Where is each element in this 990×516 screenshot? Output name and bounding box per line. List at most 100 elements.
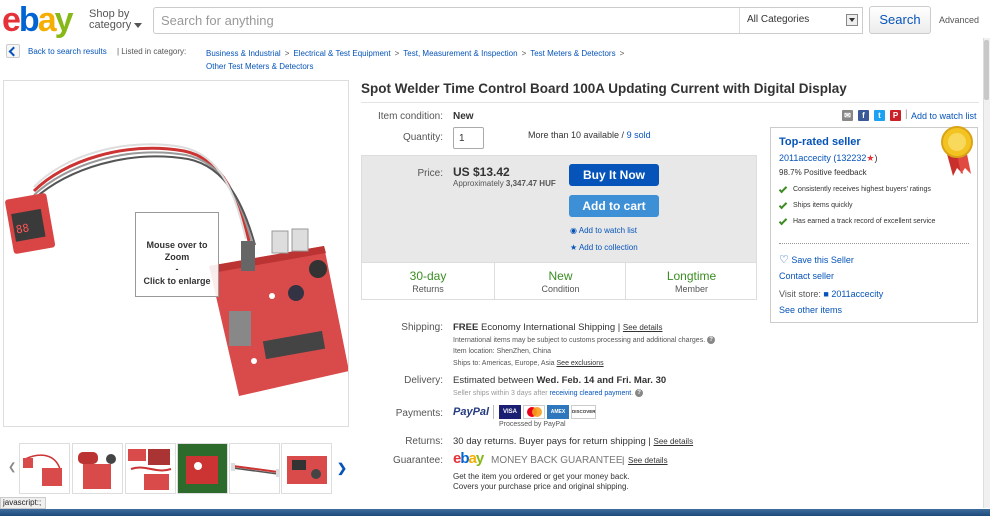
contact-seller-link[interactable]: Contact seller bbox=[779, 271, 834, 281]
search-input[interactable] bbox=[154, 8, 739, 33]
returns-label: Returns: bbox=[405, 436, 443, 447]
share-separator: | bbox=[905, 109, 908, 120]
search-button[interactable]: Search bbox=[869, 6, 931, 34]
guarantee-see-details-link[interactable]: See details bbox=[628, 456, 668, 465]
scrollbar-thumb[interactable] bbox=[984, 40, 989, 100]
add-to-watch-list-link[interactable]: Add to watch list bbox=[911, 111, 977, 121]
ebay-guarantee-logo: ebay bbox=[453, 450, 484, 467]
add-to-watch-list-button[interactable]: ◉ Add to watch list bbox=[570, 226, 637, 235]
guarantee-line: Get the item you ordered or get your mon… bbox=[453, 472, 630, 481]
seller-ships-text: Seller ships within 3 days after bbox=[453, 389, 548, 397]
thumbnail[interactable] bbox=[177, 443, 228, 494]
checkmark-icon bbox=[778, 184, 788, 194]
seller-panel: Top-rated seller 2011accecity (132232★) … bbox=[770, 126, 978, 323]
approx-price: Approximately 3,347.47 HUF bbox=[453, 179, 556, 188]
availability-text: More than 10 available / bbox=[528, 130, 625, 140]
logo-letter-b: b bbox=[460, 450, 469, 467]
positive-feedback: 98.7% Positive feedback bbox=[779, 168, 867, 177]
add-to-cart-button[interactable]: Add to cart bbox=[569, 195, 659, 217]
twitter-icon[interactable]: t bbox=[874, 110, 885, 121]
back-arrow-icon[interactable] bbox=[6, 44, 20, 58]
approx-label: Approximately bbox=[453, 179, 504, 188]
payments-label: Payments: bbox=[395, 408, 443, 419]
logo-letter-a: a bbox=[37, 1, 57, 39]
delivery-label: Delivery: bbox=[404, 375, 443, 386]
ships-to-text: Ships to: Americas, Europe, Asia bbox=[453, 360, 555, 367]
back-to-search-link[interactable]: Back to search results bbox=[28, 47, 107, 56]
buy-it-now-button[interactable]: Buy It Now bbox=[569, 164, 659, 186]
seller-info: 2011accecity (132232★) bbox=[779, 153, 878, 164]
shipping-method: Economy International Shipping | bbox=[480, 322, 621, 333]
breadcrumb: Business & Industrial > Electrical & Test … bbox=[206, 47, 666, 73]
search-bar: All Categories bbox=[153, 7, 863, 34]
zoom-hint[interactable]: Mouse over to Zoom - Click to enlarge bbox=[135, 212, 219, 297]
breadcrumb-separator: > bbox=[394, 49, 400, 58]
delivery-dates: Wed. Feb. 14 and Fri. Mar. 30 bbox=[536, 375, 667, 386]
shipping-free: FREE bbox=[453, 322, 479, 333]
save-seller-label: Save this Seller bbox=[791, 255, 854, 265]
breadcrumb-separator: > bbox=[521, 49, 527, 58]
ships-to: Ships to: Americas, Europe, Asia See exc… bbox=[453, 360, 604, 367]
shop-by-category-button[interactable]: Shop by category bbox=[89, 9, 143, 31]
visa-card-icon: VISA bbox=[499, 405, 521, 419]
shipping-value: FREE Economy International Shipping | Se… bbox=[453, 322, 662, 333]
seller-bullet: Consistently receives highest buyers' ra… bbox=[793, 186, 931, 193]
breadcrumb-item[interactable]: Test, Measurement & Inspection bbox=[403, 49, 517, 58]
seller-name-link[interactable]: 2011accecity bbox=[779, 153, 831, 163]
intl-note-text: International items may be subject to cu… bbox=[453, 336, 706, 344]
chevron-right-icon[interactable]: ❯ bbox=[337, 461, 347, 475]
ebay-logo[interactable]: ebay bbox=[2, 1, 74, 39]
divider bbox=[361, 102, 979, 103]
thumbnail[interactable] bbox=[72, 443, 123, 494]
breadcrumb-item[interactable]: Test Meters & Detectors bbox=[530, 49, 615, 58]
help-icon[interactable]: ? bbox=[707, 336, 716, 344]
save-seller-button[interactable]: ♡ Save this Seller bbox=[779, 253, 854, 266]
thumbnail[interactable] bbox=[281, 443, 332, 494]
shipping-see-details-link[interactable]: See details bbox=[623, 323, 663, 332]
dropdown-arrow-icon bbox=[846, 14, 858, 26]
quantity-input[interactable] bbox=[453, 127, 484, 149]
facebook-icon[interactable]: f bbox=[858, 110, 869, 121]
help-icon[interactable]: ? bbox=[635, 389, 644, 397]
logo-letter-b: b bbox=[18, 1, 40, 39]
chevron-left-icon[interactable]: ❮ bbox=[8, 462, 16, 473]
paypal-logo: PayPal bbox=[453, 406, 489, 418]
returns-value: 30 day returns. Buyer pays for return sh… bbox=[453, 436, 693, 447]
guarantee-label: Guarantee: bbox=[392, 455, 443, 466]
add-to-collection-button[interactable]: ★ Add to collection bbox=[570, 243, 638, 252]
see-other-items-link[interactable]: See other items bbox=[779, 305, 842, 315]
thumbnail-image bbox=[78, 452, 116, 489]
amex-card-icon: AMEX bbox=[547, 405, 569, 419]
highlight-value: New bbox=[548, 269, 573, 283]
thumbnail[interactable] bbox=[19, 443, 70, 494]
intl-note: International items may be subject to cu… bbox=[453, 336, 716, 344]
thumbnail[interactable] bbox=[229, 443, 280, 494]
store-icon: ■ bbox=[823, 289, 829, 299]
scrollbar[interactable] bbox=[983, 38, 990, 508]
divider bbox=[493, 405, 496, 419]
see-exclusions-link[interactable]: See exclusions bbox=[557, 360, 604, 367]
logo-letter-a: a bbox=[468, 450, 477, 467]
cleared-payment-link[interactable]: receiving cleared payment bbox=[550, 390, 632, 397]
highlight-value: Longtime bbox=[666, 269, 717, 283]
breadcrumb-item[interactable]: Other Test Meters & Detectors bbox=[206, 62, 313, 71]
returns-text: 30 day returns. Buyer pays for return sh… bbox=[453, 436, 651, 447]
svg-text:88: 88 bbox=[15, 221, 30, 236]
add-collection-label: Add to collection bbox=[578, 243, 638, 252]
eye-icon: ◉ bbox=[570, 226, 577, 235]
pinterest-icon[interactable]: P bbox=[890, 110, 901, 121]
email-icon[interactable]: ✉ bbox=[842, 110, 853, 121]
returns-see-details-link[interactable]: See details bbox=[654, 437, 694, 446]
advanced-search-link[interactable]: Advanced bbox=[939, 15, 979, 25]
logo-letter-e: e bbox=[2, 1, 21, 39]
visit-store-label: Visit store: bbox=[779, 289, 821, 299]
sold-count-link[interactable]: 9 sold bbox=[627, 130, 651, 140]
category-select[interactable]: All Categories bbox=[739, 8, 863, 33]
thumbnail[interactable] bbox=[125, 443, 176, 494]
store-name-link[interactable]: 2011accecity bbox=[831, 289, 883, 299]
breadcrumb-item[interactable]: Business & Industrial bbox=[206, 49, 281, 58]
feedback-score-link[interactable]: (132232 bbox=[833, 153, 866, 163]
breadcrumb-item[interactable]: Electrical & Test Equipment bbox=[293, 49, 390, 58]
price-label: Price: bbox=[417, 168, 443, 179]
highlight-condition: New Condition bbox=[494, 263, 626, 299]
